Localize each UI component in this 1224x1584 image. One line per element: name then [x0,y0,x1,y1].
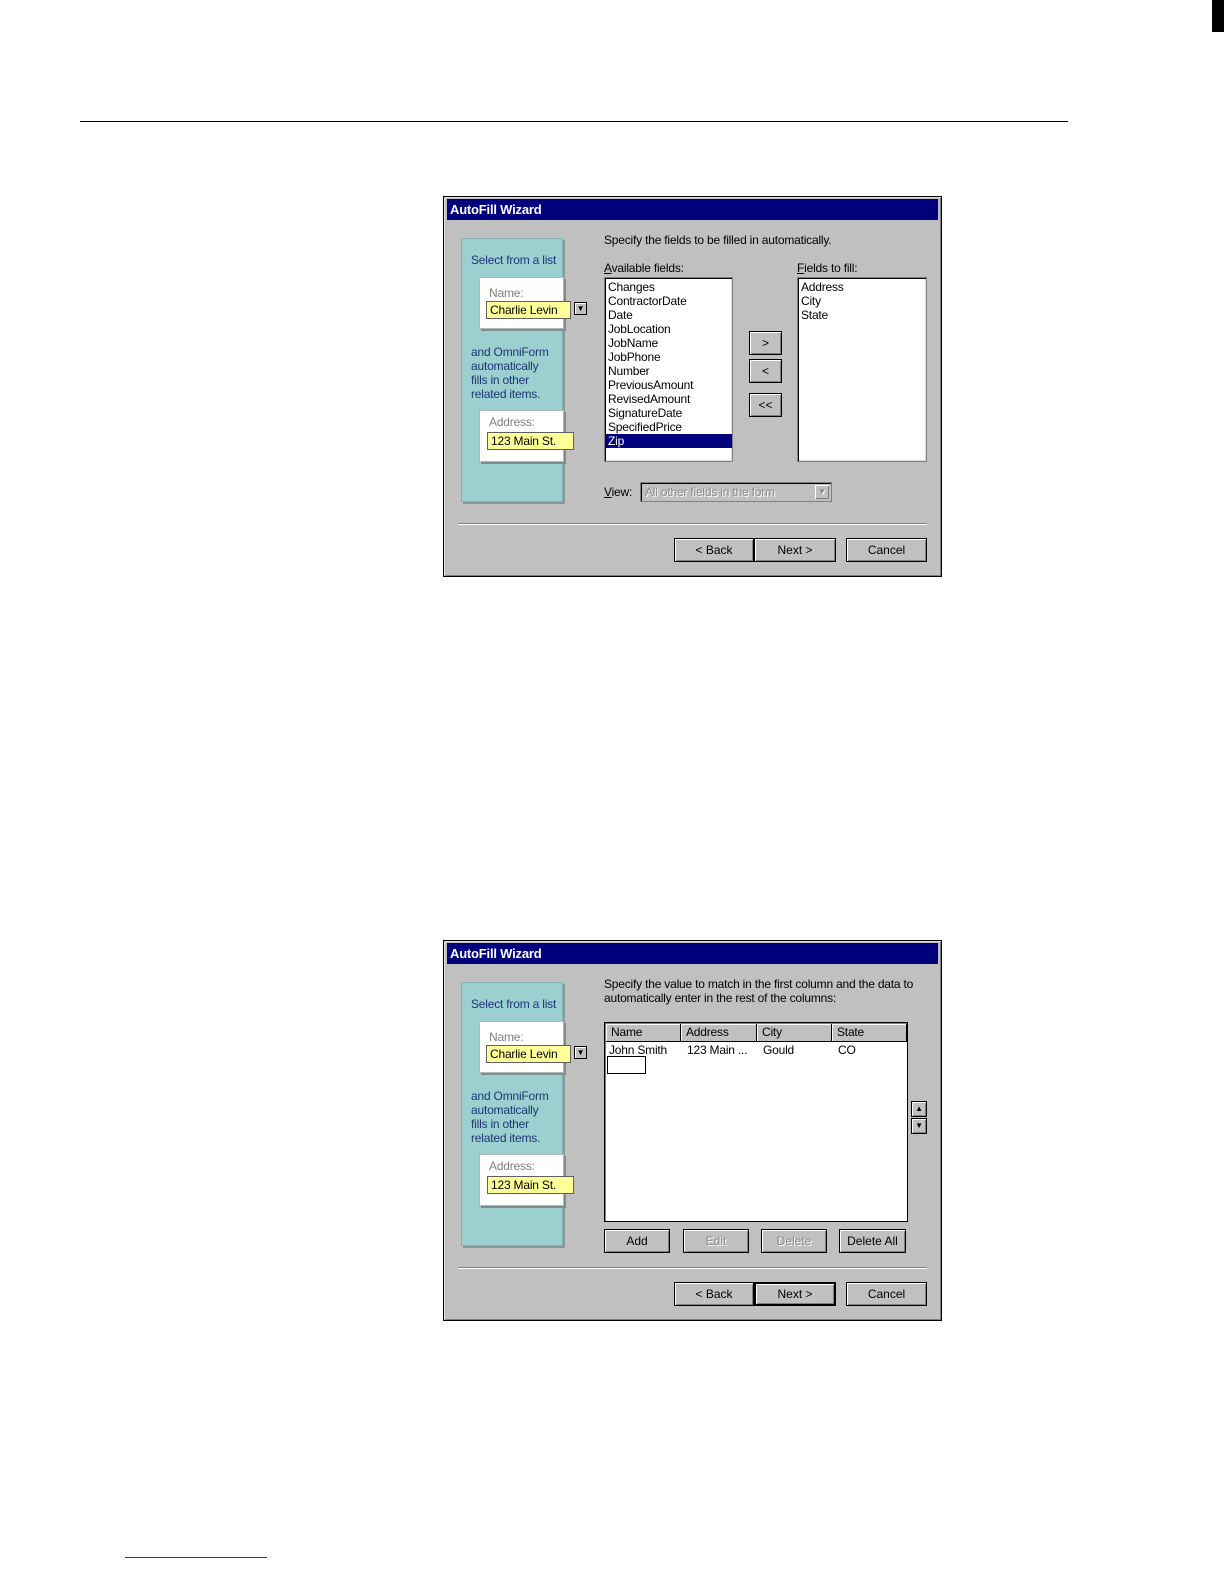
address-card-value: 123 Main St. [487,1176,574,1194]
dialog-separator [458,523,927,525]
list-item[interactable]: SpecifiedPrice [605,420,732,434]
delete-all-button[interactable]: Delete All [839,1229,906,1253]
illustration-text: and OmniForm automatically fills in othe… [471,345,549,401]
instruction-text: Specify the fields to be filled in autom… [604,233,832,247]
back-button[interactable]: < Back [674,1282,754,1306]
remove-all-fields-button[interactable]: << [749,393,782,417]
list-item[interactable]: Date [605,308,732,322]
footer-link-underline [125,1557,267,1558]
column-header-address[interactable]: Address [681,1024,757,1042]
address-card-value: 123 Main St. [487,432,574,450]
table-cell[interactable]: 123 Main ... [687,1043,748,1057]
chevron-down-icon: ▼ [574,302,587,315]
cancel-button[interactable]: Cancel [846,1282,927,1306]
back-button[interactable]: < Back [674,538,754,562]
column-header-name[interactable]: Name [606,1024,681,1042]
illustration-heading: Select from a list [471,253,557,267]
list-item[interactable]: City [798,294,926,308]
name-card: Name: Charlie Levin ▼ [479,1021,587,1073]
cancel-button[interactable]: Cancel [846,538,927,562]
list-item[interactable]: JobName [605,336,732,350]
delete-row-button[interactable]: Delete [761,1229,827,1253]
available-fields-list[interactable]: Changes ContractorDate Date JobLocation … [604,277,733,462]
autofill-wizard-data-dialog: AutoFill Wizard Select from a list Name:… [443,940,942,1321]
add-field-button[interactable]: > [749,331,782,355]
column-header-state[interactable]: State [832,1024,907,1042]
illustration-panel: Select from a list Name: Charlie Levin ▼… [461,982,587,1246]
illustration-heading: Select from a list [471,997,557,1011]
instruction-text: Specify the value to match in the first … [604,977,914,1005]
list-item[interactable]: Address [798,280,926,294]
illustration-panel: Select from a list Name: Charlie Levin ▼… [461,238,587,502]
table-cell[interactable]: CO [838,1043,856,1057]
list-item[interactable]: State [798,308,926,322]
address-card: Address: 123 Main St. [479,1154,574,1206]
autofill-wizard-fields-dialog: AutoFill Wizard Select from a list Name:… [443,196,942,577]
name-card-label: Name: [489,286,524,300]
dialog-separator [458,1267,927,1269]
list-item-selected[interactable]: Zip [605,434,732,448]
address-card-label: Address: [489,415,535,429]
name-card-label: Name: [489,1030,524,1044]
new-row-input[interactable] [607,1056,646,1074]
view-label: View: [604,485,633,499]
list-item[interactable]: ContractorDate [605,294,732,308]
view-select-value: All other fields in the form [645,485,775,499]
next-button[interactable]: Next > [754,1282,836,1306]
list-item[interactable]: Changes [605,280,732,294]
available-fields-label: Available fields: [604,261,684,275]
fields-to-fill-label: Fields to fill: [797,261,858,275]
list-item[interactable]: JobLocation [605,322,732,336]
dialog-title: AutoFill Wizard [447,199,938,220]
illustration-text: and OmniForm automatically fills in othe… [471,1089,549,1145]
edit-row-button[interactable]: Edit [683,1229,749,1253]
page-header-rule [80,121,1068,122]
next-button[interactable]: Next > [754,538,836,562]
chevron-down-icon: ▼ [574,1046,587,1059]
name-card-value: Charlie Levin [486,301,571,319]
list-item[interactable]: Number [605,364,732,378]
table-cell[interactable]: Gould [763,1043,794,1057]
chevron-down-icon[interactable]: ▼ [815,485,829,499]
list-item[interactable]: PreviousAmount [605,378,732,392]
dialog-title: AutoFill Wizard [447,943,938,964]
move-up-icon[interactable]: ▲ [911,1101,927,1117]
add-row-button[interactable]: Add [604,1229,670,1253]
address-card-label: Address: [489,1159,535,1173]
view-select[interactable]: All other fields in the form ▼ [640,482,832,502]
move-down-icon[interactable]: ▼ [911,1118,927,1134]
list-item[interactable]: RevisedAmount [605,392,732,406]
page-edge-tab [1212,0,1224,32]
autofill-data-grid[interactable]: Name Address City State John Smith 123 M… [604,1022,908,1222]
table-cell[interactable]: John Smith [609,1043,667,1057]
name-card-value: Charlie Levin [486,1045,571,1063]
address-card: Address: 123 Main St. [479,410,574,462]
list-item[interactable]: JobPhone [605,350,732,364]
fields-to-fill-list[interactable]: Address City State [797,277,927,462]
remove-field-button[interactable]: < [749,359,782,383]
column-header-city[interactable]: City [757,1024,832,1042]
name-card: Name: Charlie Levin ▼ [479,277,587,329]
list-item[interactable]: SignatureDate [605,406,732,420]
